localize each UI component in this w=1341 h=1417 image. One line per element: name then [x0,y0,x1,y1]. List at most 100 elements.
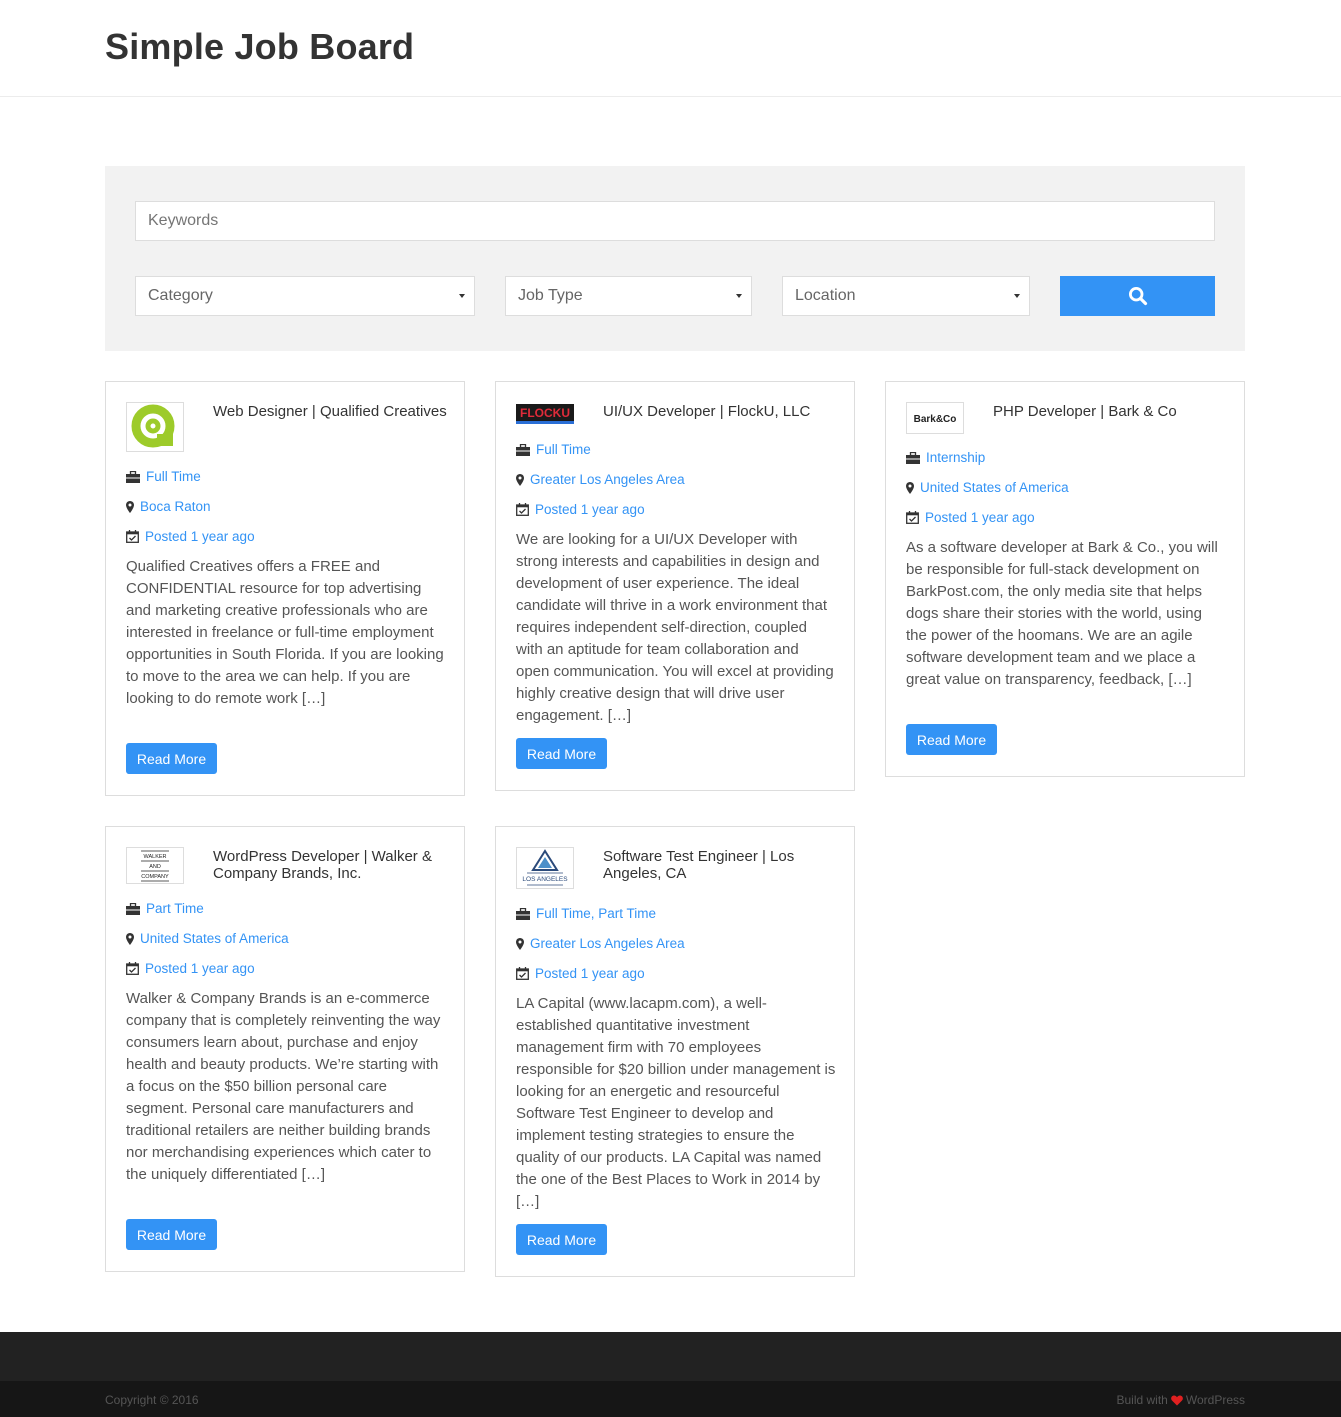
job-type[interactable]: Full Time [516,442,591,457]
read-more-button[interactable]: Read More [126,1219,217,1250]
job-description: Qualified Creatives offers a FREE and CO… [126,558,444,707]
job-location[interactable]: United States of America [906,480,1069,495]
job-posted-label: Posted 1 year ago [535,966,645,981]
job-type-label: Full Time [536,442,591,457]
job-description: LA Capital (www.lacapm.com), a well-esta… [516,995,836,1210]
map-marker-icon [516,473,524,486]
job-description: We are looking for a UI/UX Developer wit… [516,531,834,724]
calendar-check-icon [516,503,529,516]
company-logo[interactable]: LOS ANGELES [516,847,574,889]
briefcase-icon [126,470,140,483]
category-select[interactable]: Category [135,276,475,316]
search-button[interactable] [1060,276,1215,316]
job-type[interactable]: Part Time [126,901,204,916]
svg-text:COMPANY: COMPANY [141,874,169,880]
job-title[interactable]: UI/UX Developer | FlockU, LLC [603,403,838,420]
job-posted: Posted 1 year ago [516,966,645,981]
company-logo[interactable]: Bark&Co [906,402,964,434]
built-with[interactable]: Build with WordPress [1117,1393,1246,1407]
built-with-prefix: Build with [1116,1393,1168,1407]
copyright: Copyright © 2016 [105,1393,199,1407]
job-type-label: Full Time, Part Time [536,906,657,921]
walker-and-company-logo: WALKER AND COMPANY [141,850,169,882]
flocku-logo: FLOCKU [516,404,574,424]
calendar-check-icon [906,511,919,524]
company-logo[interactable]: WALKER AND COMPANY [126,847,184,884]
job-type-label: Full Time [146,469,201,484]
briefcase-icon [126,902,140,915]
svg-text:AND: AND [149,864,161,870]
footer-bar: Copyright © 2016 Build with WordPress [0,1381,1341,1417]
job-posted: Posted 1 year ago [126,529,255,544]
svg-text:LOS ANGELES: LOS ANGELES [522,876,568,883]
job-type[interactable]: Internship [906,450,985,465]
briefcase-icon [906,451,920,464]
category-select-value: Category [148,287,213,304]
calendar-check-icon [126,530,139,543]
qualified-creatives-logo [131,404,175,448]
briefcase-icon [516,443,530,456]
job-type-label: Internship [926,450,986,465]
job-posted-label: Posted 1 year ago [535,502,645,517]
job-type[interactable]: Full Time [126,469,201,484]
job-card: Web Designer | Qualified Creatives Full … [105,381,465,796]
job-posted-label: Posted 1 year ago [925,510,1035,525]
job-card: WALKER AND COMPANY WordPress Developer |… [105,826,465,1272]
wordpress-link[interactable]: WordPress [1186,1393,1245,1407]
job-posted: Posted 1 year ago [126,961,255,976]
read-more-button[interactable]: Read More [516,738,607,769]
job-type-select[interactable]: Job Type [505,276,752,316]
read-more-button[interactable]: Read More [126,743,217,774]
location-select[interactable]: Location [782,276,1030,316]
job-description: As a software developer at Bark & Co., y… [906,539,1218,688]
briefcase-icon [516,907,530,920]
chevron-down-icon [1014,294,1020,298]
heart-icon [1171,1394,1183,1405]
la-capital-logo: LOS ANGELES [522,849,568,886]
job-posted: Posted 1 year ago [906,510,1035,525]
keywords-input[interactable] [135,201,1215,241]
job-type-select-value: Job Type [518,287,583,304]
svg-text:WALKER: WALKER [143,854,166,860]
job-posted: Posted 1 year ago [516,502,645,517]
job-type[interactable]: Full Time, Part Time [516,906,656,921]
map-marker-icon [906,481,914,494]
job-description: Walker & Company Brands is an e-commerce… [126,990,441,1183]
read-more-button[interactable]: Read More [516,1224,607,1255]
job-location-label: Boca Raton [140,499,211,514]
job-type-label: Part Time [146,901,204,916]
calendar-check-icon [516,967,529,980]
read-more-button[interactable]: Read More [906,724,997,755]
company-logo[interactable]: FLOCKU [516,402,574,425]
map-marker-icon [516,937,524,950]
job-title[interactable]: PHP Developer | Bark & Co [993,403,1228,420]
bark-and-co-logo: Bark&Co [914,414,957,425]
site-header: Simple Job Board [0,0,1341,97]
footer-widgets [0,1332,1341,1381]
job-location-label: Greater Los Angeles Area [530,472,685,487]
map-marker-icon [126,500,134,513]
job-location-label: United States of America [920,480,1069,495]
search-icon [1128,286,1147,306]
job-posted-label: Posted 1 year ago [145,961,255,976]
calendar-check-icon [126,962,139,975]
company-logo[interactable] [126,402,184,452]
site-title[interactable]: Simple Job Board [105,26,414,68]
job-location[interactable]: Greater Los Angeles Area [516,472,685,487]
location-select-value: Location [795,287,856,304]
job-posted-label: Posted 1 year ago [145,529,255,544]
svg-text:Bark&Co: Bark&Co [914,414,957,425]
svg-text:FLOCKU: FLOCKU [520,406,570,420]
job-title[interactable]: WordPress Developer | Walker & Company B… [213,848,448,882]
job-title[interactable]: Software Test Engineer | Los Angeles, CA [603,848,838,882]
job-location-label: Greater Los Angeles Area [530,936,685,951]
job-card: LOS ANGELES Software Test Engineer | Los… [495,826,855,1277]
job-location[interactable]: Boca Raton [126,499,211,514]
job-location[interactable]: United States of America [126,931,289,946]
job-card: FLOCKU UI/UX Developer | FlockU, LLC Ful… [495,381,855,791]
chevron-down-icon [736,294,742,298]
job-title[interactable]: Web Designer | Qualified Creatives [213,403,448,420]
job-location[interactable]: Greater Los Angeles Area [516,936,685,951]
job-search-form: Category Job Type Location [105,166,1245,351]
chevron-down-icon [459,294,465,298]
